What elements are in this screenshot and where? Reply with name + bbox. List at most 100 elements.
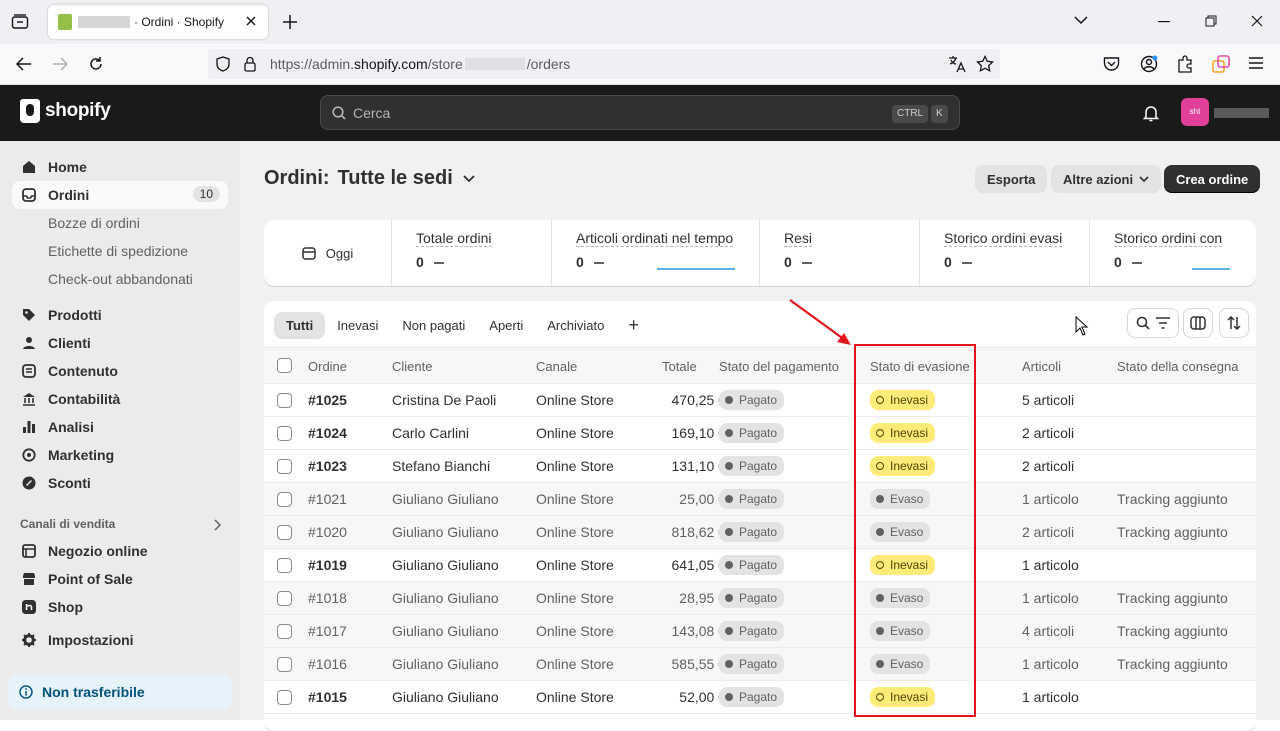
export-button[interactable]: Esporta xyxy=(975,165,1048,193)
column-header-customer[interactable]: Cliente xyxy=(392,359,432,374)
sidebar-item-shipping-labels[interactable]: Etichette di spedizione xyxy=(12,237,228,265)
row-checkbox[interactable] xyxy=(277,657,292,672)
back-icon[interactable] xyxy=(16,57,32,71)
order-number[interactable]: #1018 xyxy=(308,590,347,606)
column-header-order[interactable]: Ordine xyxy=(308,359,347,374)
new-tab-icon[interactable] xyxy=(282,14,298,30)
order-number[interactable]: #1016 xyxy=(308,656,347,672)
avatar[interactable]: sht xyxy=(1181,98,1209,126)
url-bar[interactable]: https://admin. shopify.com/store/orders xyxy=(208,49,1000,79)
stat-total-orders[interactable]: Totale ordini 0 xyxy=(392,220,552,286)
row-checkbox[interactable] xyxy=(277,558,292,573)
tab-unpaid[interactable]: Non pagati xyxy=(390,312,477,339)
sidebar-item-drafts[interactable]: Bozze di ordini xyxy=(12,209,228,237)
more-actions-button[interactable]: Altre azioni xyxy=(1051,165,1162,193)
sort-button[interactable] xyxy=(1219,308,1249,338)
column-header-items[interactable]: Articoli xyxy=(1022,359,1061,374)
columns-button[interactable] xyxy=(1183,308,1213,338)
sidebar-item-marketing[interactable]: Marketing xyxy=(12,441,228,469)
order-number[interactable]: #1024 xyxy=(308,425,347,441)
row-checkbox[interactable] xyxy=(277,591,292,606)
sidebar-item-accounting[interactable]: Contabilità xyxy=(12,385,228,413)
row-checkbox[interactable] xyxy=(277,426,292,441)
date-picker-button[interactable]: Oggi xyxy=(264,220,392,286)
sidebar-item-discounts[interactable]: Sconti xyxy=(12,469,228,497)
sidebar-item-home[interactable]: Home xyxy=(12,153,228,181)
search-input[interactable]: Cerca CTRL K xyxy=(320,95,960,130)
create-order-button[interactable]: Crea ordine xyxy=(1164,165,1261,193)
sidebar-item-online-store[interactable]: Negozio online xyxy=(12,537,228,565)
search-filter-button[interactable] xyxy=(1127,308,1179,338)
add-view-button[interactable]: + xyxy=(616,315,651,336)
table-row[interactable]: #1023 Stefano Bianchi Online Store 131,10 €… xyxy=(264,450,1256,483)
table-row[interactable]: #1024 Carlo Carlini Online Store 169,10 € Pa… xyxy=(264,417,1256,450)
sidebar-item-abandoned-checkouts[interactable]: Check-out abbandonati xyxy=(12,265,228,293)
pocket-icon[interactable] xyxy=(1103,56,1120,72)
column-header-total[interactable]: Totale xyxy=(662,359,697,374)
table-row[interactable]: #1020 Giuliano Giuliano Online Store 818,62… xyxy=(264,516,1256,549)
row-checkbox[interactable] xyxy=(277,624,292,639)
row-checkbox[interactable] xyxy=(277,690,292,705)
sidebar-item-shop[interactable]: Shop xyxy=(12,593,228,621)
account-icon[interactable] xyxy=(1140,55,1158,73)
tab-all[interactable]: Tutti xyxy=(274,311,326,339)
select-all-checkbox[interactable] xyxy=(277,358,292,373)
tab-open[interactable]: Aperti xyxy=(477,312,535,339)
sidebar-item-point-of-sale[interactable]: Point of Sale xyxy=(12,565,228,593)
chevron-right-icon[interactable] xyxy=(213,519,221,531)
order-number[interactable]: #1021 xyxy=(308,491,347,507)
row-checkbox[interactable] xyxy=(277,525,292,540)
order-number[interactable]: #1019 xyxy=(308,557,347,573)
stat-order-history[interactable]: Storico ordini con 0 xyxy=(1090,220,1230,286)
tab-unfulfilled[interactable]: Inevasi xyxy=(325,312,390,339)
table-row[interactable]: #1025 Cristina De Paoli Online Store 470,25… xyxy=(264,384,1256,417)
sidebar-item-orders[interactable]: Ordini 10 xyxy=(12,181,228,209)
stat-fulfilled-history[interactable]: Storico ordini evasi 0 xyxy=(920,220,1090,286)
bookmark-star-icon[interactable] xyxy=(976,55,994,73)
order-number[interactable]: #1017 xyxy=(308,623,347,639)
row-checkbox[interactable] xyxy=(277,459,292,474)
column-header-channel[interactable]: Canale xyxy=(536,359,577,374)
table-row[interactable]: #1018 Giuliano Giuliano Online Store 28,95 … xyxy=(264,582,1256,615)
row-checkbox[interactable] xyxy=(277,393,292,408)
multi-account-icon[interactable] xyxy=(1212,55,1230,73)
browser-tab[interactable]: · Ordini · Shopify xyxy=(48,5,268,39)
order-number[interactable]: #1020 xyxy=(308,524,347,540)
sidebar-item-settings[interactable]: Impostazioni xyxy=(12,626,228,654)
tab-archived[interactable]: Archiviato xyxy=(535,312,616,339)
stat-returns[interactable]: Resi 0 xyxy=(760,220,920,286)
table-row[interactable]: #1017 Giuliano Giuliano Online Store 143,08… xyxy=(264,615,1256,648)
order-number[interactable]: #1015 xyxy=(308,689,347,705)
bell-icon[interactable] xyxy=(1143,105,1159,122)
row-checkbox[interactable] xyxy=(277,492,292,507)
chevron-down-icon[interactable] xyxy=(463,174,475,183)
location-selector[interactable]: Tutte le sedi xyxy=(338,167,453,190)
order-number[interactable]: #1025 xyxy=(308,392,347,408)
table-row[interactable]: #1016 Giuliano Giuliano Online Store 585,55… xyxy=(264,648,1256,681)
extensions-icon[interactable] xyxy=(1177,55,1193,73)
close-window-icon[interactable] xyxy=(1251,15,1263,27)
sidebar-item-content[interactable]: Contenuto xyxy=(12,357,228,385)
forward-icon[interactable] xyxy=(52,57,68,71)
column-header-payment[interactable]: Stato del pagamento xyxy=(719,359,839,374)
close-tab-icon[interactable] xyxy=(244,14,258,28)
shield-icon[interactable] xyxy=(216,56,230,72)
table-row[interactable]: #1015 Giuliano Giuliano Online Store 52,00 … xyxy=(264,681,1256,714)
stat-items-ordered[interactable]: Articoli ordinati nel tempo 0 xyxy=(552,220,760,286)
sidebar-item-analytics[interactable]: Analisi xyxy=(12,413,228,441)
lock-icon[interactable] xyxy=(244,56,256,72)
menu-icon[interactable] xyxy=(1249,57,1263,69)
column-header-delivery[interactable]: Stato della consegna xyxy=(1117,359,1238,374)
table-row[interactable]: #1019 Giuliano Giuliano Online Store 641,05… xyxy=(264,549,1256,582)
redacted-store-label[interactable] xyxy=(1214,108,1269,118)
sidebar-item-products[interactable]: Prodotti xyxy=(12,301,228,329)
tab-list-icon[interactable] xyxy=(11,14,29,30)
chevron-down-icon[interactable] xyxy=(1074,15,1088,25)
minimize-icon[interactable] xyxy=(1158,21,1170,23)
shopify-logo[interactable]: shopify xyxy=(20,99,111,123)
restore-icon[interactable] xyxy=(1205,15,1217,27)
reload-icon[interactable] xyxy=(88,56,104,72)
translate-icon[interactable] xyxy=(948,55,966,73)
non-transferable-banner[interactable]: Non trasferibile xyxy=(8,675,232,709)
table-row[interactable]: #1021 Giuliano Giuliano Online Store 25,00 … xyxy=(264,483,1256,516)
